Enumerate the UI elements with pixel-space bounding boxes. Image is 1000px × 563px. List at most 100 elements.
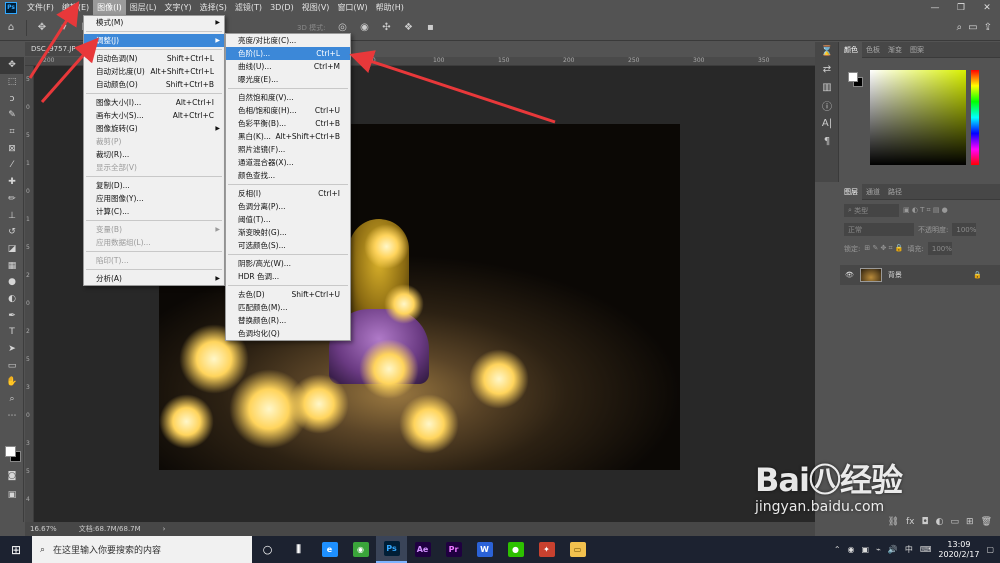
taskbar-photoshop-icon[interactable]: Ps [376, 536, 407, 563]
adjust_menu-item[interactable]: 自然饱和度(V)... [226, 91, 350, 104]
image_menu-item[interactable]: 应用图像(Y)... [84, 192, 224, 205]
tab-color[interactable]: 颜色 [840, 41, 862, 58]
gradient-tool-icon[interactable]: ▦ [0, 257, 24, 274]
doc-info[interactable]: 文档:68.7M/68.7M [79, 524, 141, 534]
volume-icon[interactable]: 🔊 [888, 545, 898, 554]
adjust_menu-item[interactable]: 黑白(K)... Alt+Shift+Ctrl+B [226, 130, 350, 143]
taskbar-browser360-icon[interactable]: ◉ [345, 536, 376, 563]
home-icon[interactable]: ⌂ [2, 20, 20, 36]
quick-mask-icon[interactable]: ◙ [0, 468, 24, 485]
adjust_menu-item[interactable]: 曝光度(E)... [226, 73, 350, 86]
opacity-input[interactable]: 100% [952, 223, 976, 236]
menu-5[interactable]: 选择(S) [196, 0, 231, 15]
adjust_menu-item[interactable]: 匹配颜色(M)... [226, 301, 350, 314]
menu-8[interactable]: 视图(V) [298, 0, 334, 15]
history-brush-tool-icon[interactable]: ↺ [0, 224, 24, 241]
adjust-icon[interactable]: ⇄ [815, 60, 839, 78]
lasso-tool-icon[interactable]: ↄ [0, 90, 24, 107]
adjust_menu-item[interactable]: 阴影/高光(W)... [226, 257, 350, 270]
minimize-button[interactable]: — [922, 3, 948, 13]
menu-7[interactable]: 3D(D) [266, 0, 298, 15]
eye-icon[interactable]: 👁 [845, 271, 854, 279]
menu-6[interactable]: 滤镜(T) [231, 0, 266, 15]
taskbar-after-effects-icon[interactable]: Ae [407, 536, 438, 563]
lock-icons[interactable]: ⊞ ✎ ✥ ⌗ 🔒 [864, 244, 903, 253]
taskbar-edge-icon[interactable]: e [314, 536, 345, 563]
adjust_menu-item[interactable]: 色阶(L)... Ctrl+L [226, 47, 350, 60]
adjust_menu-item[interactable]: 曲线(U)... Ctrl+M [226, 60, 350, 73]
brush-tool-icon[interactable]: ✏ [0, 191, 24, 208]
image_menu-item[interactable]: 自动颜色(O) Shift+Ctrl+B [84, 78, 224, 91]
adjust_menu-item[interactable]: 去色(D) Shift+Ctrl+U [226, 288, 350, 301]
eraser-tool-icon[interactable]: ◪ [0, 241, 24, 258]
tray-app-icon[interactable]: ▣ [862, 545, 870, 554]
chevron-up-icon[interactable]: ⌃ [834, 545, 841, 554]
task-view-timeline-icon[interactable]: ⫴ [283, 536, 314, 563]
taskbar-wps-icon[interactable]: W [469, 536, 500, 563]
taskbar-game-icon[interactable]: ✦ [531, 536, 562, 563]
image_menu-item[interactable]: 自动对比度(U) Alt+Shift+Ctrl+L [84, 65, 224, 78]
3d-roll-icon[interactable]: ◉ [355, 20, 373, 36]
close-button[interactable]: ✕ [974, 3, 1000, 13]
menu-0[interactable]: 文件(F) [23, 0, 58, 15]
move-tool-icon[interactable]: ✥ [33, 20, 51, 36]
move-tool-icon[interactable]: ✥ [0, 57, 24, 74]
history-icon[interactable]: ⌛ [815, 42, 839, 60]
adjust_menu-item[interactable]: 反相(I) Ctrl+I [226, 187, 350, 200]
image_menu-item[interactable]: 画布大小(S)... Alt+Ctrl+C [84, 109, 224, 122]
image_menu-item[interactable]: 计算(C)... [84, 205, 224, 218]
image_menu-item[interactable]: 裁切(R)... [84, 148, 224, 161]
image_menu-item[interactable]: 模式(M) ▶ [84, 16, 224, 29]
tray-app-icon[interactable]: ◉ [848, 545, 855, 554]
menu-9[interactable]: 窗口(W) [333, 0, 371, 15]
adjust_menu-item[interactable]: 色相/饱和度(H)... Ctrl+U [226, 104, 350, 117]
3d-slide-icon[interactable]: ❖ [399, 20, 417, 36]
shape-tool-icon[interactable]: ▭ [0, 357, 24, 374]
dropdown-arrow-icon[interactable]: ▾ [55, 20, 73, 36]
color-picker-field[interactable] [870, 70, 966, 165]
task-view-icon[interactable]: ○ [252, 536, 283, 563]
image_menu-item[interactable]: 调整(J) ▶ [84, 34, 224, 47]
quick-select-tool-icon[interactable]: ✎ [0, 107, 24, 124]
restore-button[interactable]: ❐ [948, 3, 974, 13]
tab-swatches[interactable]: 色板 [862, 42, 884, 58]
layer-kind-filter[interactable]: ⌕ 类型 [844, 204, 899, 217]
image_menu-item[interactable]: 自动色调(N) Shift+Ctrl+L [84, 52, 224, 65]
trash-icon[interactable]: 🗑 [981, 517, 992, 527]
adjust_menu-item[interactable]: 阈值(T)... [226, 213, 350, 226]
crop-tool-icon[interactable]: ⌗ [0, 124, 24, 141]
zoom-tool-icon[interactable]: ⌕ [0, 391, 24, 408]
notification-icon[interactable]: ▢ [986, 545, 994, 554]
menu-2[interactable]: 图像(I) [93, 0, 126, 15]
taskbar-premiere-icon[interactable]: Pr [438, 536, 469, 563]
tab-channels[interactable]: 通道 [862, 184, 884, 200]
adjust_menu-item[interactable]: 照片滤镜(F)... [226, 143, 350, 156]
workspace-icon[interactable]: ▭ [968, 22, 977, 33]
clock[interactable]: 13:09 2020/2/17 [938, 540, 979, 560]
frame-tool-icon[interactable]: ⊠ [0, 140, 24, 157]
tab-gradients[interactable]: 渐变 [884, 42, 906, 58]
path-select-tool-icon[interactable]: ➤ [0, 341, 24, 358]
type-tool-icon[interactable]: T [0, 324, 24, 341]
menu-4[interactable]: 文字(Y) [160, 0, 195, 15]
color-foreground-swatch[interactable] [848, 72, 858, 82]
windows-start-icon[interactable]: ⊞ [0, 536, 32, 563]
hue-slider[interactable] [971, 70, 979, 165]
lock-icon[interactable]: 🔒 [973, 271, 982, 279]
chevron-right-icon[interactable]: › [163, 525, 166, 533]
adjust_menu-item[interactable]: 可选颜色(S)... [226, 239, 350, 252]
info-icon[interactable]: ⓘ [815, 96, 839, 114]
clone-stamp-tool-icon[interactable]: ⊥ [0, 207, 24, 224]
ime-indicator[interactable]: 中 [905, 544, 913, 555]
filter-icons[interactable]: ▣ ◐ T ⌗ ▤ ● [903, 206, 948, 215]
eyedropper-tool-icon[interactable]: ⁄ [0, 157, 24, 174]
adjust_menu-item[interactable]: 颜色查找... [226, 169, 350, 182]
dodge-tool-icon[interactable]: ◐ [0, 291, 24, 308]
menu-10[interactable]: 帮助(H) [372, 0, 408, 15]
blur-tool-icon[interactable]: ● [0, 274, 24, 291]
taskbar-file-explorer-icon[interactable]: ▭ [562, 536, 593, 563]
menu-1[interactable]: 编辑(E) [58, 0, 93, 15]
image_menu-item[interactable]: 图像大小(I)... Alt+Ctrl+I [84, 96, 224, 109]
search-icon[interactable]: ⌕ [957, 22, 963, 33]
adjust_menu-item[interactable]: 亮度/对比度(C)... [226, 34, 350, 47]
